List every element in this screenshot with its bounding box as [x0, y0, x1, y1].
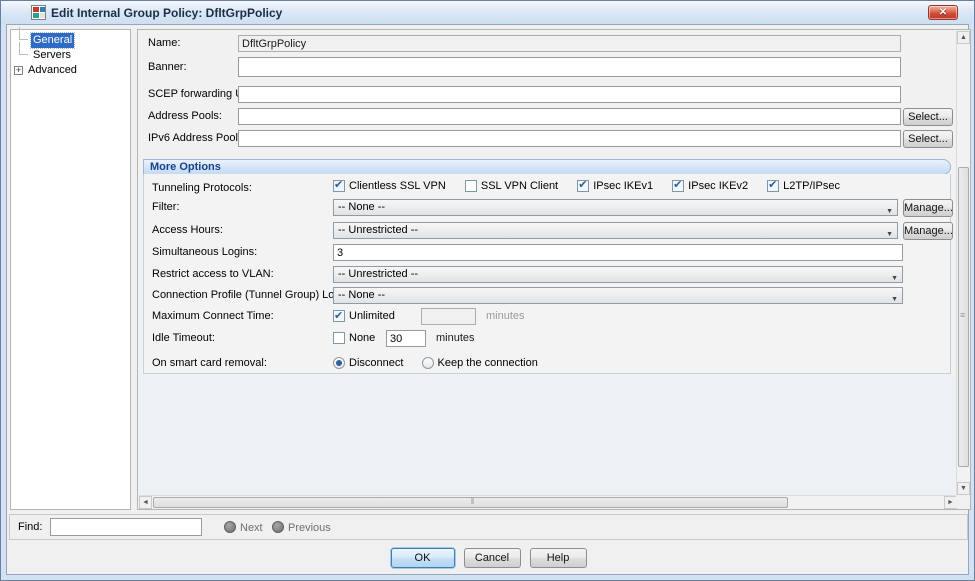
find-bar: Find: Next Previous [9, 514, 968, 540]
idle-timeout-label: Idle Timeout: [152, 330, 215, 347]
name-input [238, 35, 901, 52]
close-x-icon[interactable] [928, 5, 958, 20]
ssl-vpn-client-checkbox[interactable] [465, 180, 477, 192]
address-pools-input[interactable] [238, 108, 901, 125]
ipsec-ikev1-checkbox[interactable] [577, 180, 589, 192]
panel-empty-area [139, 375, 955, 494]
smart-card-removal-label: On smart card removal: [152, 355, 267, 372]
find-label: Find: [18, 521, 42, 533]
tree-item-general[interactable]: General [11, 33, 130, 48]
clientless-ssl-vpn-checkbox[interactable] [333, 180, 345, 192]
smart-card-options: Disconnect Keep the connection [333, 355, 538, 373]
help-button[interactable]: Help [530, 548, 587, 568]
disconnect-radio[interactable] [333, 357, 345, 369]
circle-next-icon [224, 521, 236, 533]
vertical-scrollbar[interactable]: ▲ ▼ [956, 31, 969, 495]
dialog-client-area: General Servers Advanced Name: Banner: S… [6, 24, 969, 575]
access-hours-label: Access Hours: [152, 222, 223, 239]
scroll-left-arrow-icon[interactable]: ◄ [139, 496, 152, 509]
more-options-title: More Options [150, 161, 221, 173]
select-address-pools-button[interactable]: Select... [903, 108, 953, 126]
tunnel-group-lock-dropdown[interactable]: -- None -- [333, 287, 903, 304]
find-input[interactable] [50, 518, 202, 536]
max-connect-unlimited-option: Unlimited [333, 308, 395, 326]
restrict-vlan-dropdown[interactable]: -- Unrestricted -- [333, 266, 903, 283]
tree-guide-line [19, 27, 28, 40]
address-pools-label: Address Pools: [148, 108, 222, 125]
general-settings-panel: Name: Banner: SCEP forwarding URL: Addre… [137, 29, 971, 510]
circle-previous-icon [272, 521, 284, 533]
tree-item-servers[interactable]: Servers [11, 48, 130, 63]
cancel-button[interactable]: Cancel [464, 548, 521, 568]
filter-dropdown[interactable]: -- None -- [333, 199, 898, 216]
banner-label: Banner: [148, 59, 187, 76]
find-next-button[interactable]: Next [224, 519, 263, 537]
max-connect-minutes-input [421, 308, 476, 325]
ok-button[interactable]: OK [391, 548, 455, 568]
idle-none-checkbox[interactable] [333, 332, 345, 344]
dialog-footer: OK Cancel Help [7, 548, 970, 570]
l2tp-ipsec-checkbox[interactable] [767, 180, 779, 192]
horizontal-scrollbar[interactable]: ◄ ► [139, 495, 957, 508]
idle-none-label: None [349, 332, 375, 344]
manage-access-hours-button[interactable]: Manage... [903, 222, 953, 240]
filter-label: Filter: [152, 199, 180, 216]
ipv6-address-pools-label: IPv6 Address Pools: [148, 130, 246, 147]
vertical-scroll-thumb[interactable] [958, 167, 969, 467]
l2tp-ipsec-label: L2TP/IPsec [783, 180, 840, 192]
horizontal-scroll-thumb[interactable] [153, 497, 788, 508]
idle-timeout-unit-label: minutes [436, 330, 475, 347]
max-connect-unit-label: minutes [486, 308, 525, 325]
unlimited-label: Unlimited [349, 310, 395, 322]
ipsec-ikev1-label: IPsec IKEv1 [593, 180, 653, 192]
scep-forwarding-url-input[interactable] [238, 86, 901, 103]
tunneling-protocols-label: Tunneling Protocols: [152, 180, 252, 197]
name-label: Name: [148, 35, 180, 52]
scroll-down-arrow-icon[interactable]: ▼ [957, 482, 970, 495]
max-connect-time-label: Maximum Connect Time: [152, 308, 274, 325]
disconnect-label: Disconnect [349, 357, 403, 369]
banner-input[interactable] [238, 57, 901, 77]
ipsec-ikev2-label: IPsec IKEv2 [688, 180, 748, 192]
idle-timeout-none-option: None [333, 330, 375, 348]
unlimited-checkbox[interactable] [333, 310, 345, 322]
simultaneous-logins-input[interactable] [333, 244, 903, 261]
ipsec-ikev2-checkbox[interactable] [672, 180, 684, 192]
select-ipv6-address-pools-button[interactable]: Select... [903, 130, 953, 148]
idle-timeout-minutes-input[interactable] [386, 330, 426, 347]
more-options-header[interactable]: More Options [143, 159, 951, 175]
find-previous-button[interactable]: Previous [272, 519, 331, 537]
scrollbar-corner [956, 495, 969, 508]
edit-group-policy-dialog: Edit Internal Group Policy: DfltGrpPolic… [0, 0, 975, 581]
restrict-vlan-label: Restrict access to VLAN: [152, 266, 274, 283]
access-hours-dropdown[interactable]: -- Unrestricted -- [333, 222, 898, 239]
keep-connection-label: Keep the connection [438, 357, 538, 369]
simultaneous-logins-label: Simultaneous Logins: [152, 244, 257, 261]
dialog-title: Edit Internal Group Policy: DfltGrpPolic… [51, 6, 282, 20]
tree-item-advanced[interactable]: Advanced [11, 63, 130, 78]
scroll-up-arrow-icon[interactable]: ▲ [957, 31, 970, 44]
tree-guide-line [19, 42, 28, 55]
clientless-ssl-vpn-label: Clientless SSL VPN [349, 180, 446, 192]
policy-nav-tree: General Servers Advanced [10, 29, 131, 510]
title-bar: Edit Internal Group Policy: DfltGrpPolic… [1, 1, 974, 24]
ssl-vpn-client-label: SSL VPN Client [481, 180, 558, 192]
manage-filter-button[interactable]: Manage... [903, 199, 953, 217]
ipv6-address-pools-input[interactable] [238, 130, 901, 147]
tunnel-group-lock-label: Connection Profile (Tunnel Group) Lock: [152, 287, 348, 304]
keep-connection-radio[interactable] [422, 357, 434, 369]
plus-expander-icon[interactable] [14, 66, 23, 75]
group-policy-grid-icon [31, 5, 46, 20]
tunneling-protocols-options: Clientless SSL VPN SSL VPN Client IPsec … [333, 180, 856, 193]
